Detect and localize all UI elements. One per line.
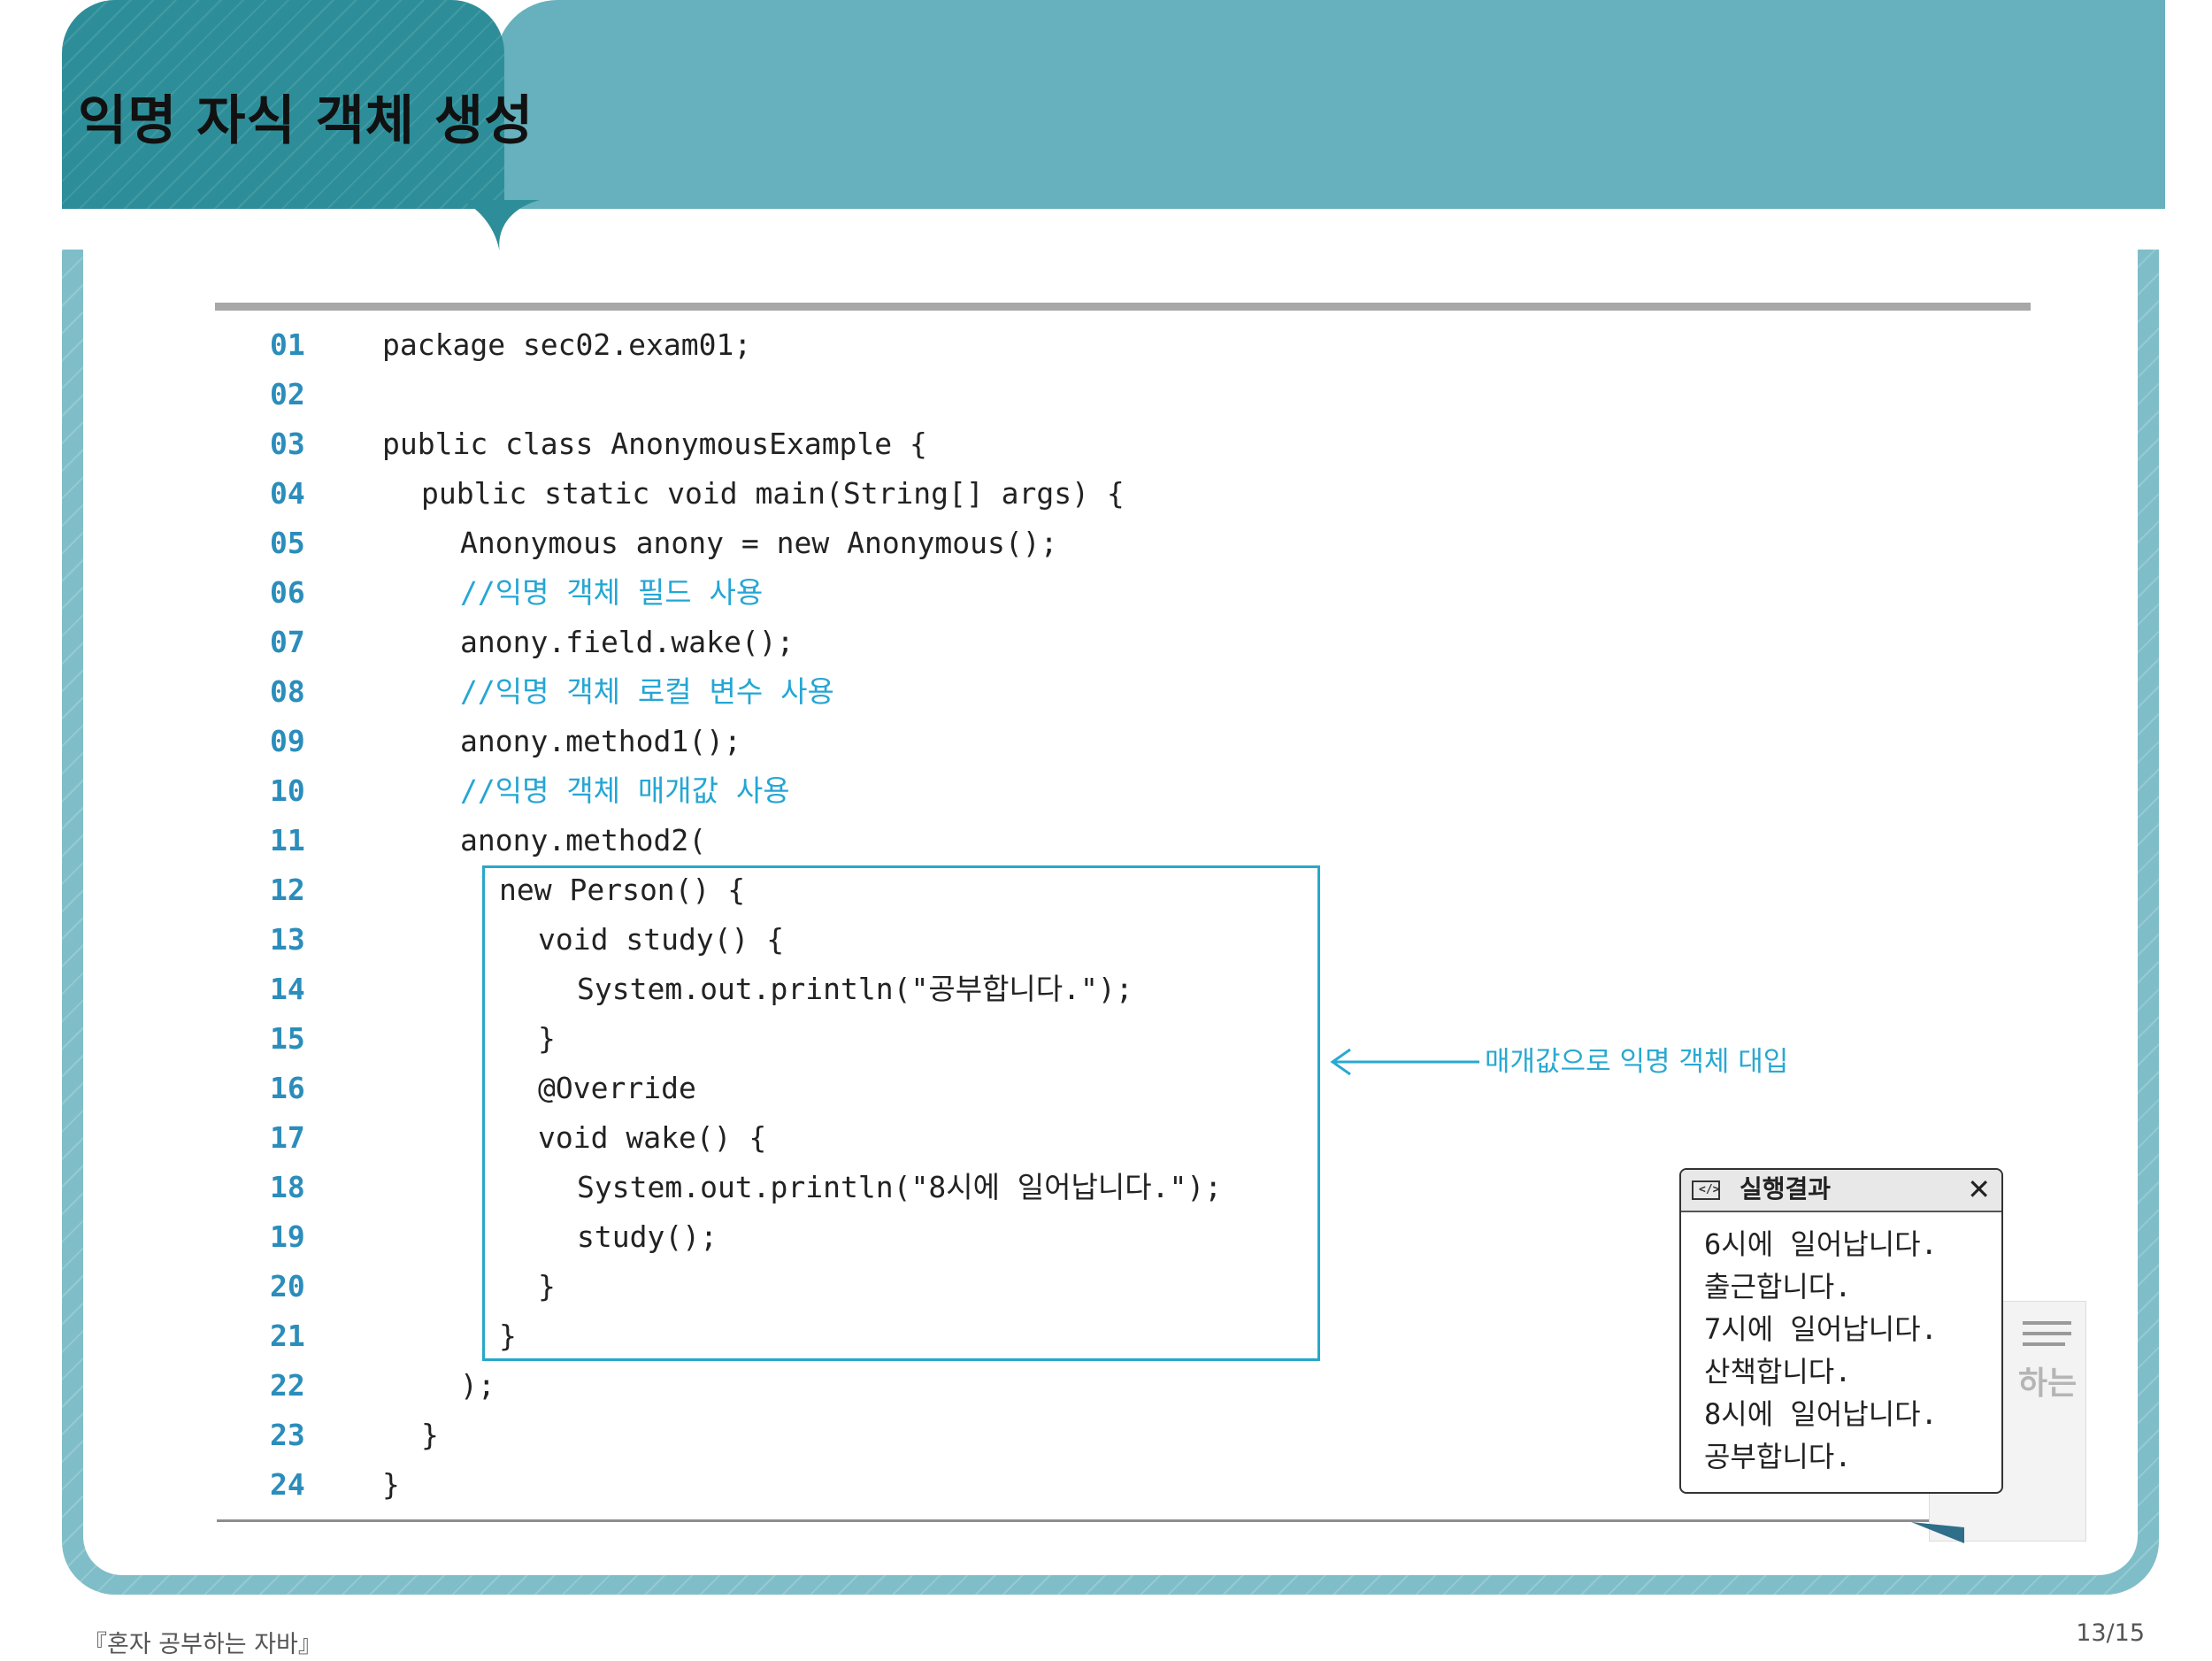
output-window-titlebar: </> 실행결과 ✕ bbox=[1681, 1170, 2001, 1212]
annotation-arrow-icon bbox=[1330, 1048, 1479, 1076]
code-text: public static void main(String[] args) { bbox=[421, 476, 1125, 511]
code-text: anony.method1(); bbox=[460, 724, 741, 758]
code-text: package sec02.exam01; bbox=[382, 327, 752, 362]
line-number: 16 bbox=[270, 1071, 305, 1105]
output-line: 공부합니다. bbox=[1704, 1440, 1852, 1473]
output-lines: 6시에 일어납니다. 출근합니다. 7시에 일어납니다. 산책합니다. 8시에 일어납니… bbox=[1704, 1223, 1938, 1478]
anonymous-object-highlight-box bbox=[482, 865, 1320, 1361]
code-text: public class AnonymousExample { bbox=[382, 427, 927, 461]
line-number: 01 bbox=[270, 327, 305, 362]
line-number: 12 bbox=[270, 873, 305, 907]
line-number: 08 bbox=[270, 674, 305, 709]
code-line: 03 public class AnonymousExample { bbox=[0, 419, 1504, 469]
line-number: 11 bbox=[270, 823, 305, 857]
title-tab-notch bbox=[460, 200, 540, 253]
code-comment: //익명 객체 필드 사용 bbox=[460, 575, 764, 610]
code-line: 05 Anonymous anony = new Anonymous(); bbox=[0, 519, 1504, 568]
code-line: 10 //익명 객체 매개값 사용 bbox=[0, 766, 1504, 816]
output-window-title: 실행결과 bbox=[1740, 1174, 1832, 1203]
code-line: 09 anony.method1(); bbox=[0, 717, 1504, 766]
line-number: 20 bbox=[270, 1269, 305, 1303]
line-number: 04 bbox=[270, 476, 305, 511]
code-line: 01 package sec02.exam01; bbox=[0, 320, 1504, 370]
code-text: ); bbox=[460, 1368, 495, 1403]
code-line: 22); bbox=[0, 1361, 1504, 1411]
footer-book-title: 『혼자 공부하는 자바』 bbox=[83, 1631, 322, 1658]
output-line: 7시에 일어납니다. bbox=[1704, 1312, 1938, 1346]
code-line: 23} bbox=[0, 1411, 1504, 1460]
line-number: 24 bbox=[270, 1467, 305, 1502]
console-icon: </> bbox=[1692, 1180, 1720, 1200]
line-number: 17 bbox=[270, 1120, 305, 1155]
line-number: 09 bbox=[270, 724, 305, 758]
line-number: 05 bbox=[270, 526, 305, 560]
line-number: 14 bbox=[270, 972, 305, 1006]
code-text: anony.method2( bbox=[460, 823, 707, 857]
output-line: 산책합니다. bbox=[1704, 1355, 1852, 1388]
code-comment: //익명 객체 매개값 사용 bbox=[460, 773, 790, 808]
line-number: 06 bbox=[270, 575, 305, 610]
line-number: 21 bbox=[270, 1319, 305, 1353]
line-number: 07 bbox=[270, 625, 305, 659]
code-bottom-rule bbox=[217, 1519, 2031, 1522]
line-number: 22 bbox=[270, 1368, 305, 1403]
output-window: </> 실행결과 ✕ 6시에 일어납니다. 출근합니다. 7시에 일어납니다. 산책합… bbox=[1679, 1168, 2003, 1494]
code-text: Anonymous anony = new Anonymous(); bbox=[460, 526, 1058, 560]
line-number: 10 bbox=[270, 773, 305, 808]
code-line: 11 anony.method2( bbox=[0, 816, 1504, 865]
code-comment: //익명 객체 로컬 변수 사용 bbox=[460, 674, 834, 709]
line-number: 02 bbox=[270, 377, 305, 411]
page-number: 13/15 bbox=[2076, 1619, 2145, 1647]
code-text: anony.field.wake(); bbox=[460, 625, 795, 659]
output-line: 6시에 일어납니다. bbox=[1704, 1227, 1938, 1261]
code-line: 24} bbox=[0, 1460, 1504, 1510]
code-line: 07 anony.field.wake(); bbox=[0, 618, 1504, 667]
code-line: 04 public static void main(String[] args)… bbox=[0, 469, 1504, 519]
code-line: 08 //익명 객체 로컬 변수 사용 bbox=[0, 667, 1504, 717]
code-top-rule bbox=[215, 303, 2031, 311]
code-line: 02 bbox=[0, 370, 1504, 419]
line-number: 03 bbox=[270, 427, 305, 461]
header-band bbox=[495, 0, 2165, 209]
line-number: 23 bbox=[270, 1418, 305, 1452]
line-number: 18 bbox=[270, 1170, 305, 1204]
close-icon[interactable]: ✕ bbox=[1967, 1173, 1991, 1205]
output-line: 출근합니다. bbox=[1704, 1270, 1852, 1303]
line-number: 15 bbox=[270, 1021, 305, 1056]
slide-title: 익명 자식 객체 생성 bbox=[78, 90, 534, 152]
line-number: 19 bbox=[270, 1219, 305, 1254]
code-line: 06 //익명 객체 필드 사용 bbox=[0, 568, 1504, 618]
annotation-text: 매개값으로 익명 객체 대입 bbox=[1485, 1046, 1789, 1078]
code-text: } bbox=[421, 1418, 439, 1452]
code-text: } bbox=[382, 1467, 400, 1502]
output-line: 8시에 일어납니다. bbox=[1704, 1397, 1938, 1431]
line-number: 13 bbox=[270, 922, 305, 957]
book-shadow bbox=[1911, 1522, 1964, 1543]
